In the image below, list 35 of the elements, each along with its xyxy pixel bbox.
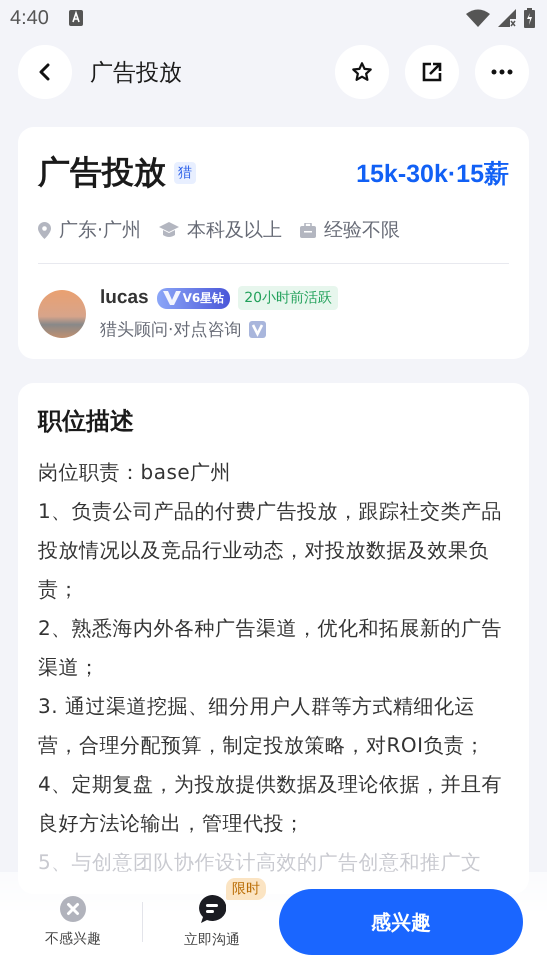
section-heading: 职位描述 [38,406,135,437]
level-badge: V6星钻 [156,288,230,308]
limited-time-badge: 限时 [226,878,266,900]
description-paragraph: 3. 通过渠道挖掘、细分用户人群等方式精细化运营，合理分配预算，制定投放策略，对ROI负责； [38,693,486,759]
headhunter-tag: 猎 [174,162,196,184]
more-icon [491,69,513,75]
briefcase-icon [300,222,316,238]
salary: 15k-30k·15薪 [356,158,509,190]
description-paragraph: 4、定期复盘，为投放提供数据及理论依据，并且有良好方法论输出，管理代投； [38,771,504,837]
close-icon [60,896,86,922]
battery-icon [524,8,535,28]
chat-bubble-icon [198,895,226,923]
signal-icon [498,9,516,27]
graduation-cap-icon [159,222,180,238]
star-icon [351,61,373,83]
requirement-text: 经验不限 [324,218,400,243]
back-icon [38,63,52,81]
requirement-text: 本科及以上 [187,218,282,243]
page-title: 广告投放 [90,58,182,88]
activity-badge: 20小时前活跃 [238,286,338,310]
recruiter-title: 猎头顾问·对点咨询 [100,319,242,341]
job-title: 广告投放 [38,152,166,193]
description-paragraph: 岗位职责：base广州 [38,459,232,486]
avatar-photo [38,290,86,338]
interested-button[interactable]: 感兴趣 [279,889,523,955]
requirement-text: 广东·广州 [59,218,142,243]
share-icon [422,62,442,82]
location-pin-icon [38,222,51,238]
status-time: 4:40 [10,6,49,30]
description-paragraph: 1、负责公司产品的付费广告投放，跟踪社交类产品投放情况以及竞品行业动态，对投放数据及效果负责； [38,498,504,603]
not-interested-button[interactable]: 不感兴趣 [30,896,116,948]
wifi-icon [466,9,490,27]
description-paragraph: 2、熟悉海内外各种广告渠道，优化和拓展新的广告渠道； [38,615,504,681]
recruiter-name: lucas [100,287,149,309]
keyboard-notification-icon [68,10,83,26]
